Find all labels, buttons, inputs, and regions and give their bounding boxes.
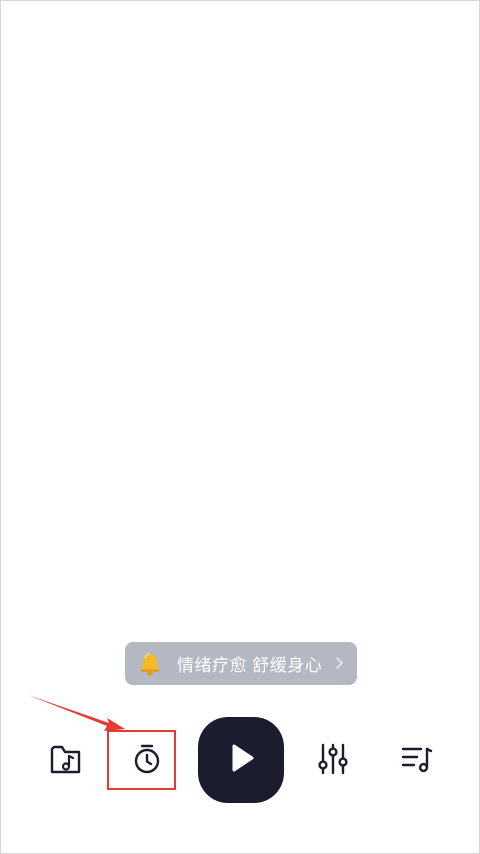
play-icon	[224, 741, 258, 780]
music-folder-icon	[48, 741, 84, 782]
bell-icon	[137, 651, 163, 677]
equalizer-button[interactable]	[313, 741, 353, 781]
music-folder-button[interactable]	[46, 741, 86, 781]
notice-text: 情绪疗愈 舒缓身心	[177, 656, 323, 675]
annotation-highlight-box	[107, 730, 176, 790]
chevron-right-icon	[333, 654, 347, 672]
app-screen: 情绪疗愈 舒缓身心	[0, 0, 480, 854]
healing-notice-banner[interactable]: 情绪疗愈 舒缓身心	[125, 642, 357, 685]
playlist-button[interactable]	[397, 741, 437, 781]
playlist-icon	[399, 741, 435, 782]
play-button[interactable]	[198, 717, 284, 803]
equalizer-icon	[315, 741, 351, 782]
